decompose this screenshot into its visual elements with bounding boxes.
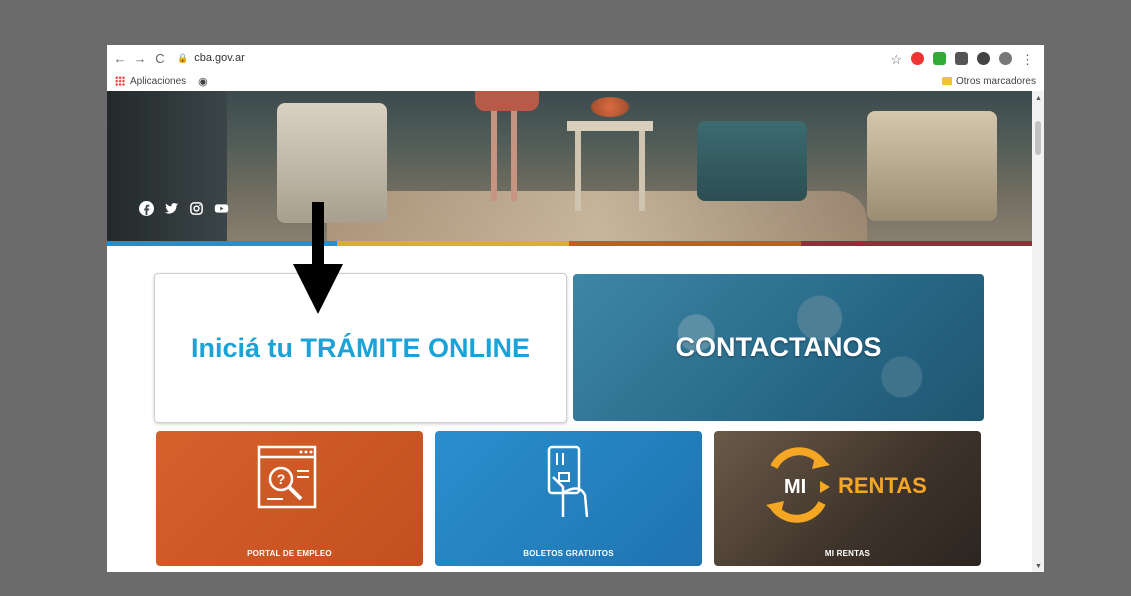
scroll-thumb[interactable]	[1035, 121, 1041, 155]
job-search-icon: ?	[257, 445, 316, 509]
extensions-area: ☆ ⋮	[890, 51, 1034, 67]
browser-window: ← → C 🔒 cba.gov.ar ☆ ⋮ Aplicaciones ◉ Ot…	[107, 45, 1044, 572]
color-segment	[801, 241, 1032, 246]
bookmark-star-icon[interactable]: ☆	[890, 52, 902, 67]
other-bookmarks-label: Otros marcadores	[955, 75, 1036, 87]
folder-icon	[941, 77, 952, 85]
scroll-up-icon[interactable]: ▲	[1035, 95, 1042, 102]
twitter-icon[interactable]	[164, 201, 179, 216]
portal-empleo-label: PORTAL DE EMPLEO	[247, 549, 332, 558]
lock-icon: 🔒	[177, 52, 189, 63]
bookmark-apps[interactable]: Aplicaciones	[130, 76, 186, 87]
extension-pin-icon[interactable]	[977, 51, 990, 65]
globe-icon[interactable]: ◉	[198, 75, 208, 88]
mi-rentas-tile[interactable]: MI RENTAS MI RENTAS	[714, 431, 981, 566]
contactanos-tile[interactable]: CONTACTANOS	[573, 274, 984, 421]
hero-leg	[491, 111, 497, 201]
extension-dark-icon[interactable]	[955, 51, 968, 65]
hero-table-right	[867, 111, 997, 221]
svg-text:?: ?	[276, 471, 285, 487]
bookmarks-bar: Aplicaciones ◉ Otros marcadores	[107, 71, 1044, 92]
apps-grid-icon[interactable]	[115, 76, 125, 86]
down-arrow-icon	[293, 202, 343, 314]
forward-button[interactable]: →	[133, 51, 147, 66]
card-hand-icon	[547, 445, 588, 518]
profile-avatar[interactable]	[999, 51, 1012, 65]
hero-color-bar	[107, 241, 1032, 246]
contactanos-label: CONTACTANOS	[675, 332, 882, 362]
youtube-icon[interactable]	[214, 201, 229, 216]
mi-rentas-logo: MI RENTAS	[766, 447, 927, 523]
browser-menu-icon[interactable]: ⋮	[1021, 52, 1034, 67]
hero-leg	[511, 111, 517, 201]
hero-table	[567, 121, 653, 131]
hero-table-leg	[575, 131, 581, 211]
mi-rentas-label: MI RENTAS	[824, 549, 871, 558]
reload-button[interactable]: C	[153, 51, 167, 66]
mi-logo-text: MI	[784, 476, 806, 498]
url-text: cba.gov.ar	[194, 52, 245, 64]
extension-red-icon[interactable]	[911, 51, 924, 65]
hero-flowers	[591, 97, 629, 117]
back-button[interactable]: ←	[113, 51, 127, 66]
color-segment	[337, 241, 569, 246]
address-bar[interactable]: 🔒 cba.gov.ar	[177, 48, 890, 68]
portal-empleo-tile[interactable]: ? PORTAL DE EMPLEO	[156, 431, 423, 566]
other-bookmarks[interactable]: Otros marcadores	[941, 75, 1036, 87]
tramite-online-tile[interactable]: Iniciá tu TRÁMITE ONLINE	[154, 273, 567, 423]
hero-chair-right	[697, 121, 807, 201]
rentas-logo-text: RENTAS	[838, 473, 927, 498]
page-scrollbar[interactable]: ▲ ▼	[1032, 91, 1044, 572]
facebook-icon[interactable]	[139, 201, 154, 216]
hero-wall	[107, 91, 227, 241]
browser-toolbar: ← → C 🔒 cba.gov.ar ☆ ⋮	[107, 45, 1044, 71]
hero-table-leg	[639, 131, 645, 211]
color-segment	[569, 241, 801, 246]
social-links	[139, 201, 229, 216]
hero-person	[475, 91, 539, 111]
hero-banner	[107, 91, 1032, 245]
tramite-online-label: Iniciá tu TRÁMITE ONLINE	[190, 332, 530, 363]
extension-green-icon[interactable]	[933, 51, 946, 65]
boletos-gratuitos-label: BOLETOS GRATUITOS	[523, 549, 614, 558]
boletos-gratuitos-tile[interactable]: BOLETOS GRATUITOS	[435, 431, 702, 566]
scroll-down-icon[interactable]: ▼	[1035, 563, 1042, 570]
instagram-icon[interactable]	[189, 201, 204, 216]
